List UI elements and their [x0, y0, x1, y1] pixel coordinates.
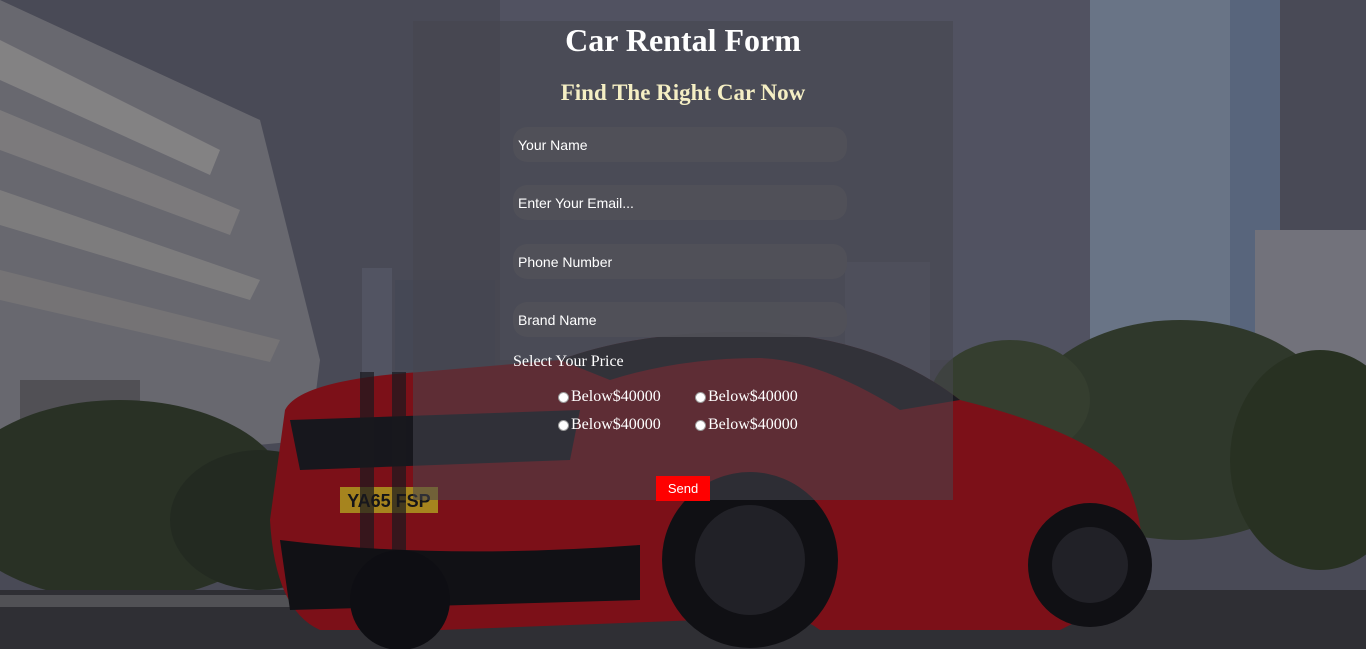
price-option-label: Below$40000 — [571, 416, 661, 433]
price-option-1[interactable]: Below$40000 — [558, 388, 661, 406]
price-option-label: Below$40000 — [708, 388, 798, 405]
price-option-label: Below$40000 — [708, 416, 798, 433]
price-option-3[interactable]: Below$40000 — [558, 416, 661, 434]
email-input[interactable] — [513, 185, 847, 220]
price-option-label: Below$40000 — [571, 388, 661, 405]
radio-button[interactable] — [695, 419, 706, 431]
phone-input[interactable] — [513, 244, 847, 279]
price-label: Select Your Price — [513, 353, 624, 370]
radio-button[interactable] — [558, 391, 569, 403]
car-rental-form: Car Rental Form Find The Right Car Now S… — [413, 21, 953, 501]
brand-input[interactable] — [513, 302, 847, 337]
radio-button[interactable] — [695, 391, 706, 403]
send-button[interactable]: Send — [656, 476, 710, 501]
price-option-4[interactable]: Below$40000 — [695, 416, 798, 434]
price-option-2[interactable]: Below$40000 — [695, 388, 798, 406]
radio-button[interactable] — [558, 419, 569, 431]
name-input[interactable] — [513, 127, 847, 162]
form-title: Car Rental Form — [565, 22, 801, 58]
form-subtitle: Find The Right Car Now — [560, 80, 806, 105]
